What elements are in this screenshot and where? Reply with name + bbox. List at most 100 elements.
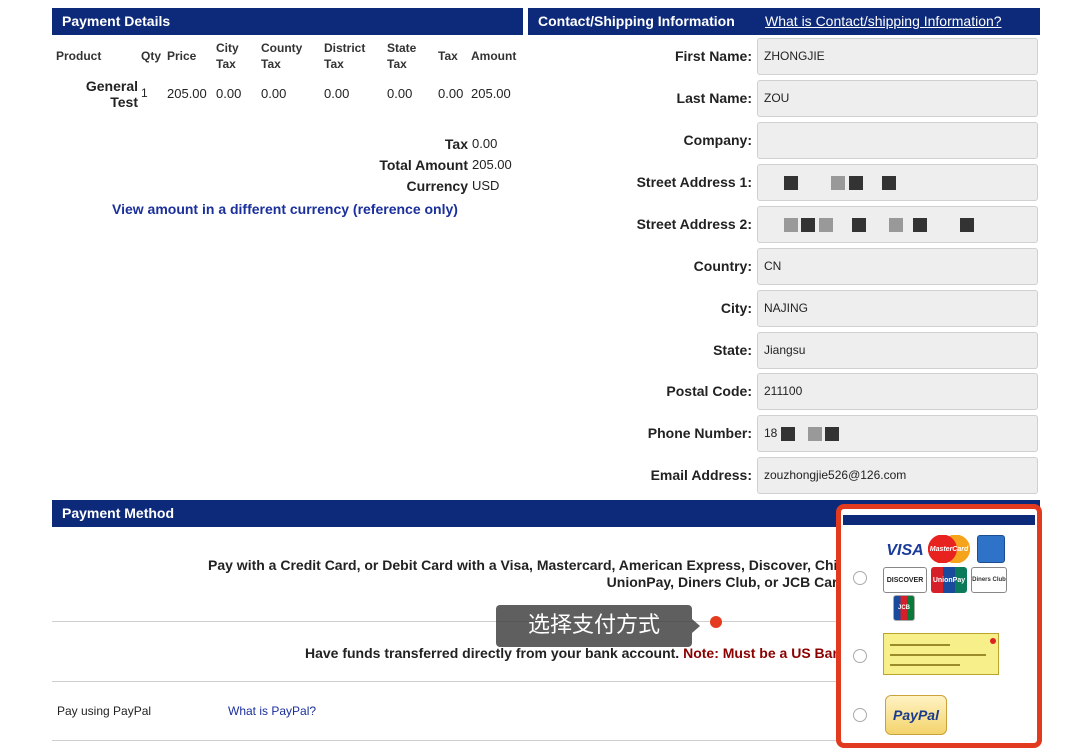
redacted-block: [808, 426, 823, 441]
row-district-tax: 0.00: [324, 86, 350, 101]
annotation-text: 选择支付方式: [527, 613, 660, 638]
row-amount: 205.00: [471, 86, 511, 101]
row-product: General Test: [85, 78, 138, 110]
paypal-radio[interactable]: [853, 708, 867, 722]
bank-option-text: Have funds transferred directly from you…: [100, 645, 841, 661]
check-image-icon: [883, 633, 999, 675]
redacted-block: [889, 217, 904, 232]
mastercard-logo-icon: MasterCard: [927, 535, 971, 563]
phone-number-field[interactable]: 18: [757, 415, 1038, 452]
col-qty: Qty: [141, 49, 162, 63]
row-city-tax: 0.00: [216, 86, 242, 101]
total-amount-value: 205.00: [472, 157, 512, 172]
tax-label: Tax: [444, 136, 468, 152]
col-price: Price: [167, 49, 197, 63]
col-district-tax: District Tax: [324, 41, 366, 71]
first-name-label: First Name:: [674, 48, 752, 64]
what-is-paypal-link[interactable]: What is PayPal?: [228, 704, 316, 718]
street-address-2-label: Street Address 2:: [636, 216, 752, 232]
redacted-block: [784, 175, 798, 190]
amex-logo-icon: [977, 535, 1005, 563]
discover-logo-text: DISCOVER: [886, 576, 924, 584]
jcb-logo-text: JCB: [897, 605, 910, 611]
col-product: Product: [56, 49, 102, 63]
last-name-label: Last Name:: [676, 90, 752, 106]
visa-logo-icon: VISA: [883, 539, 927, 563]
phone-number-label: Phone Number:: [647, 425, 752, 441]
payment-details-title: Payment Details: [62, 13, 171, 29]
redacted-block: [818, 217, 833, 232]
row-price: 205.00: [167, 86, 207, 101]
first-name-field[interactable]: ZHONGJIE: [757, 38, 1038, 75]
contact-header: Contact/Shipping Information What is Con…: [528, 8, 1040, 35]
bank-option-note: Note: Must be a US Ban: [683, 645, 841, 661]
redacted-block: [801, 217, 816, 232]
jcb-logo-icon: JCB: [893, 595, 915, 621]
discover-logo-icon: DISCOVER: [883, 567, 927, 593]
redacted-block: [882, 175, 897, 190]
paypal-option-text: Pay using PayPal: [57, 704, 152, 718]
card-option-text-2: UnionPay, Diners Club, or JCB Card: [606, 574, 846, 590]
redacted-block: [780, 426, 795, 441]
redacted-block: [848, 175, 863, 190]
unionpay-logo-text: UnionPay: [932, 576, 966, 584]
street-address-1-label: Street Address 1:: [636, 174, 752, 190]
payment-details-header: Payment Details: [52, 8, 523, 35]
tax-value: 0.00: [472, 136, 498, 151]
total-amount-label: Total Amount: [379, 157, 468, 173]
card-radio[interactable]: [853, 571, 867, 585]
header-strip: [843, 515, 1035, 525]
contact-help-link[interactable]: What is Contact/shipping Information?: [765, 8, 1002, 35]
annotation-pointer: [692, 619, 700, 633]
view-currency-link[interactable]: View amount in a different currency (ref…: [112, 201, 458, 217]
redacted-block: [784, 217, 798, 232]
postal-code-label: Postal Code:: [666, 383, 752, 399]
col-amount: Amount: [471, 49, 517, 63]
email-address-label: Email Address:: [650, 467, 752, 483]
unionpay-logo-icon: UnionPay: [931, 567, 967, 593]
postal-code-field[interactable]: 211100: [757, 373, 1038, 410]
paypal-logo-text: PayPal: [893, 707, 939, 723]
diners-club-logo-text: Diners Club: [972, 577, 1006, 583]
state-label: State:: [713, 342, 752, 358]
city-field[interactable]: NAJING: [757, 290, 1038, 327]
redacted-block: [912, 217, 927, 232]
paypal-logo-icon: PayPal: [885, 695, 947, 735]
street-address-2-field[interactable]: [757, 206, 1038, 243]
col-tax: Tax: [438, 49, 458, 63]
last-name-field[interactable]: ZOU: [757, 80, 1038, 117]
col-county-tax: County Tax: [261, 41, 303, 71]
card-option-text-1: Pay with a Credit Card, or Debit Card wi…: [208, 557, 846, 573]
state-field[interactable]: Jiangsu: [757, 332, 1038, 369]
visa-logo-text: VISA: [886, 542, 924, 559]
street-address-1-field[interactable]: [757, 164, 1038, 201]
country-field[interactable]: CN: [757, 248, 1038, 285]
city-label: City:: [720, 300, 752, 316]
company-label: Company:: [683, 132, 752, 148]
col-city-tax: City Tax: [216, 41, 239, 71]
company-field[interactable]: [757, 122, 1038, 159]
diners-club-logo-icon: Diners Club: [971, 567, 1007, 593]
redacted-block: [852, 217, 867, 232]
country-label: Country:: [693, 258, 752, 274]
row-tax: 0.00: [438, 86, 464, 101]
col-state-tax: State Tax: [387, 41, 417, 71]
mastercard-logo-text: MasterCard: [929, 545, 969, 553]
bank-option-description: Have funds transferred directly from you…: [304, 645, 680, 661]
contact-title: Contact/Shipping Information: [538, 13, 735, 29]
currency-label: Currency: [406, 178, 468, 194]
annotation-tooltip: 选择支付方式: [496, 605, 692, 647]
email-address-field[interactable]: zouzhongjie526@126.com: [757, 457, 1038, 494]
currency-value: USD: [472, 178, 500, 193]
phone-number-value: 18: [764, 426, 778, 440]
redacted-block: [825, 426, 840, 441]
redacted-block: [960, 217, 975, 232]
row-county-tax: 0.00: [261, 86, 287, 101]
row-state-tax: 0.00: [387, 86, 413, 101]
redacted-block: [831, 175, 846, 190]
row-qty: 1: [141, 86, 148, 100]
bank-radio[interactable]: [853, 649, 867, 663]
annotation-dot: [710, 616, 722, 628]
payment-method-title: Payment Method: [62, 505, 175, 521]
payment-options-highlight: VISA MasterCard DISCOVER UnionPay Diners…: [836, 504, 1042, 748]
